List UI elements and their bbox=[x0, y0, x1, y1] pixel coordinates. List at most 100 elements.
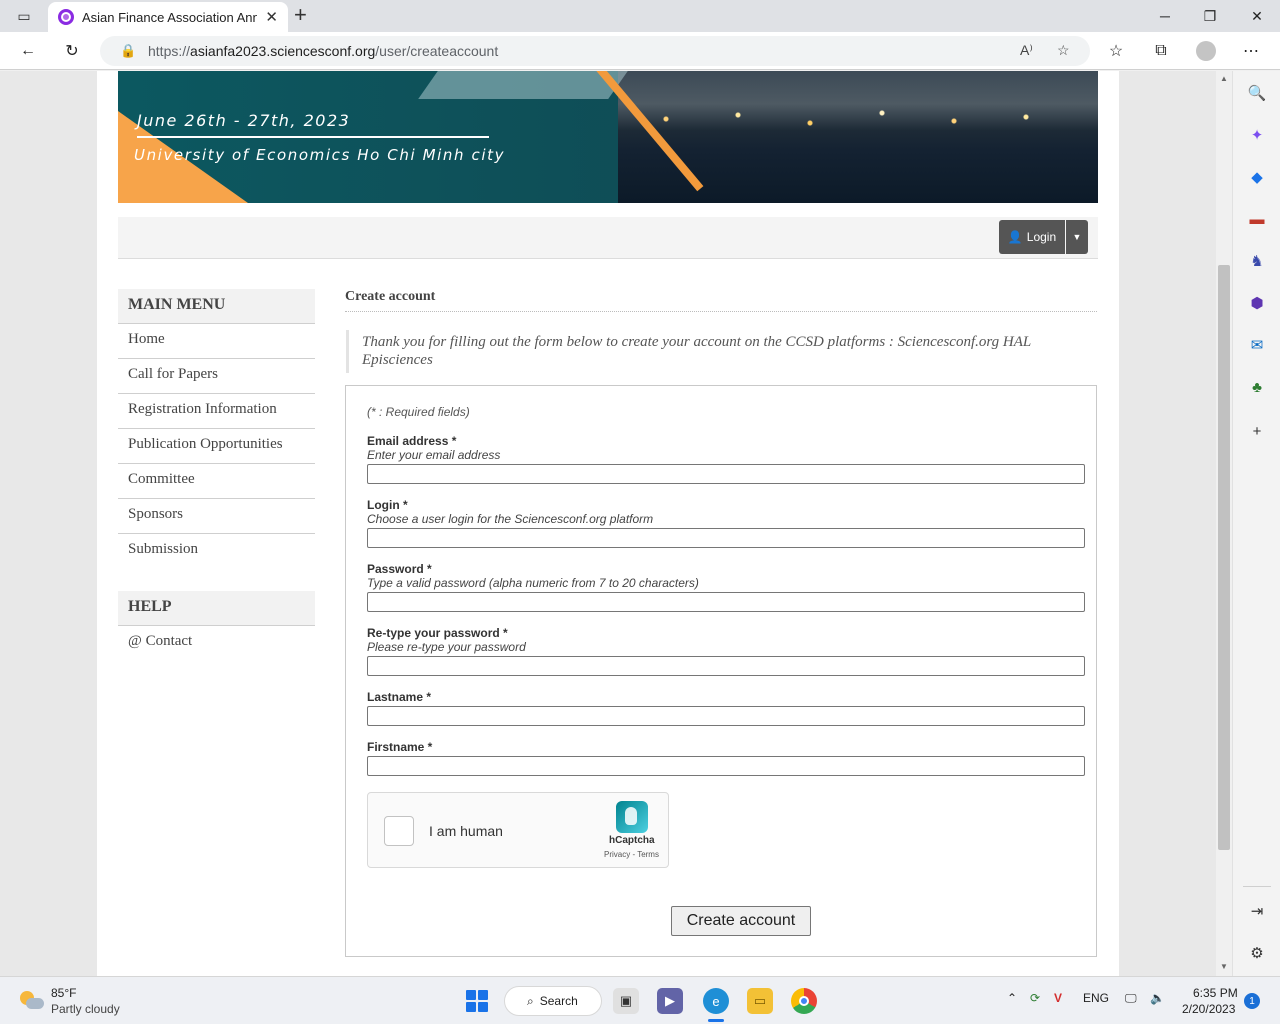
profile-icon[interactable] bbox=[1195, 40, 1217, 62]
volume-icon[interactable]: 🔈 bbox=[1150, 991, 1165, 1005]
browser-tab-bar: ▭ Asian Finance Association Annual ✕ + ─… bbox=[0, 0, 1280, 32]
sync-icon[interactable]: ⟳ bbox=[1030, 991, 1040, 1005]
user-icon: 👤 bbox=[1007, 230, 1023, 244]
favorites-icon[interactable]: ☆ bbox=[1105, 40, 1127, 62]
show-hidden-icons-chevron-icon[interactable]: ⌃ bbox=[1007, 991, 1017, 1005]
refresh-icon[interactable]: ↻ bbox=[61, 40, 83, 62]
teams-chat-icon[interactable]: ▶ bbox=[657, 988, 683, 1014]
outlook-icon[interactable]: ✉ bbox=[1247, 335, 1267, 355]
search-magnifier-icon: ⌕ bbox=[527, 993, 534, 1008]
browser-toolbar: ← ↻ 🔒 https://asianfa2023.sciencesconf.o… bbox=[0, 32, 1280, 70]
lock-icon[interactable]: 🔒 bbox=[120, 43, 136, 59]
add-favorite-icon[interactable]: ☆ bbox=[1057, 42, 1070, 59]
captcha-checkbox[interactable] bbox=[384, 816, 414, 846]
tools-icon[interactable]: ▬ bbox=[1247, 209, 1267, 229]
scroll-up-icon[interactable]: ▲ bbox=[1219, 74, 1229, 83]
clock-date[interactable]: 2/20/2023 bbox=[1182, 1002, 1235, 1016]
more-options-icon[interactable]: ⋯ bbox=[1240, 40, 1262, 62]
create-account-form: (* : Required fields) Email address * En… bbox=[345, 385, 1097, 957]
login-field-label: Login * bbox=[367, 498, 408, 512]
games-icon[interactable]: ♞ bbox=[1247, 251, 1267, 271]
sidebar-item-call-for-papers[interactable]: Call for Papers bbox=[118, 359, 315, 394]
retype-password-label: Re-type your password * bbox=[367, 626, 508, 640]
start-button[interactable] bbox=[466, 990, 488, 1012]
banner-date: June 26th - 27th, 2023 bbox=[137, 111, 351, 130]
lastname-label: Lastname * bbox=[367, 690, 432, 704]
banner-university: University of Economics Ho Chi Minh city bbox=[134, 146, 506, 164]
sidebar-item-committee[interactable]: Committee bbox=[118, 464, 315, 499]
close-tab-icon[interactable]: ✕ bbox=[265, 8, 278, 26]
edge-browser-icon[interactable]: e bbox=[703, 988, 729, 1014]
retype-password-field[interactable] bbox=[367, 656, 1085, 676]
password-hint: Type a valid password (alpha numeric fro… bbox=[367, 576, 699, 590]
banner-decoration bbox=[418, 71, 628, 99]
language-indicator[interactable]: ENG bbox=[1083, 991, 1109, 1005]
banner-divider bbox=[137, 136, 489, 138]
sidebar-item-home[interactable]: Home bbox=[118, 324, 315, 359]
captcha-privacy-terms-links[interactable]: Privacy - Terms bbox=[604, 850, 659, 859]
intro-text: Thank you for filling out the form below… bbox=[346, 330, 1097, 373]
email-hint: Enter your email address bbox=[367, 448, 501, 462]
taskbar-search[interactable]: ⌕ Search bbox=[504, 986, 602, 1016]
hide-sidebar-icon[interactable]: ⇥ bbox=[1247, 901, 1267, 921]
read-aloud-icon[interactable]: A⁾ bbox=[1020, 42, 1033, 59]
settings-gear-icon[interactable]: ⚙ bbox=[1247, 943, 1267, 963]
edge-sidebar: 🔍 ✦ ◆ ▬ ♞ ⬢ ✉ ♣ + ⇥ ⚙ bbox=[1232, 71, 1280, 976]
shopping-tag-icon[interactable]: ◆ bbox=[1247, 167, 1267, 187]
sidebar-item-contact[interactable]: @ Contact bbox=[118, 626, 315, 661]
url-text[interactable]: https://asianfa2023.sciencesconf.org/use… bbox=[148, 43, 498, 59]
restore-icon[interactable]: ❐ bbox=[1200, 6, 1220, 26]
lastname-field[interactable] bbox=[367, 706, 1085, 726]
browser-tab[interactable]: Asian Finance Association Annual ✕ bbox=[48, 2, 288, 32]
password-label: Password * bbox=[367, 562, 432, 576]
clock-time[interactable]: 6:35 PM bbox=[1193, 986, 1238, 1000]
login-field[interactable] bbox=[367, 528, 1085, 548]
retype-password-hint: Please re-type your password bbox=[367, 640, 526, 654]
tree-icon[interactable]: ♣ bbox=[1247, 377, 1267, 397]
active-app-indicator bbox=[708, 1019, 724, 1022]
page-scrollbar[interactable]: ▲ ▼ bbox=[1216, 71, 1232, 976]
main-menu-heading: MAIN MENU bbox=[118, 289, 315, 324]
login-button[interactable]: 👤 Login bbox=[999, 220, 1065, 254]
weather-icon[interactable] bbox=[18, 987, 44, 1013]
tab-title: Asian Finance Association Annual bbox=[81, 9, 258, 25]
back-icon[interactable]: ← bbox=[17, 40, 39, 62]
scroll-thumb[interactable] bbox=[1218, 265, 1230, 850]
taskbar-search-label: Search bbox=[539, 994, 578, 1008]
email-field[interactable] bbox=[367, 464, 1085, 484]
login-dropdown-toggle[interactable]: ▼ bbox=[1066, 220, 1088, 254]
password-field[interactable] bbox=[367, 592, 1085, 612]
notification-badge[interactable]: 1 bbox=[1244, 993, 1260, 1009]
new-tab-icon[interactable]: + bbox=[294, 4, 307, 26]
office-icon[interactable]: ⬢ bbox=[1247, 293, 1267, 313]
minimize-icon[interactable]: ─ bbox=[1155, 6, 1175, 26]
antivirus-icon[interactable]: V bbox=[1054, 991, 1062, 1005]
create-account-button[interactable]: Create account bbox=[671, 906, 811, 936]
user-bar: 👤 Login ▼ bbox=[118, 217, 1098, 259]
address-bar[interactable]: 🔒 https://asianfa2023.sciencesconf.org/u… bbox=[100, 36, 1090, 66]
close-window-icon[interactable]: ✕ bbox=[1247, 6, 1267, 26]
main-content: Create account Thank you for filling out… bbox=[345, 289, 1097, 957]
chrome-icon[interactable] bbox=[791, 988, 817, 1014]
collections-icon[interactable]: ⧉ bbox=[1150, 40, 1172, 62]
conference-banner: June 26th - 27th, 2023 University of Eco… bbox=[118, 71, 1098, 203]
copilot-icon[interactable]: ✦ bbox=[1247, 125, 1267, 145]
weather-temperature[interactable]: 85°F bbox=[51, 986, 76, 1000]
caret-down-icon: ▼ bbox=[1072, 232, 1082, 242]
sidebar-item-publication[interactable]: Publication Opportunities bbox=[118, 429, 315, 464]
search-icon[interactable]: 🔍 bbox=[1247, 83, 1267, 103]
task-view-icon[interactable]: ▣ bbox=[613, 988, 639, 1014]
sidebar-item-registration[interactable]: Registration Information bbox=[118, 394, 315, 429]
sidebar-item-submission[interactable]: Submission bbox=[118, 534, 315, 569]
tab-actions-icon[interactable]: ▭ bbox=[14, 6, 34, 26]
sidebar-item-sponsors[interactable]: Sponsors bbox=[118, 499, 315, 534]
scroll-down-icon[interactable]: ▼ bbox=[1219, 962, 1229, 971]
network-icon[interactable]: 🖵 bbox=[1125, 991, 1137, 1006]
hcaptcha-logo-icon bbox=[616, 801, 648, 833]
page-content: June 26th - 27th, 2023 University of Eco… bbox=[97, 71, 1119, 976]
add-sidebar-app-icon[interactable]: + bbox=[1247, 421, 1267, 441]
login-label: Login bbox=[1026, 230, 1057, 244]
firstname-field[interactable] bbox=[367, 756, 1085, 776]
weather-condition[interactable]: Partly cloudy bbox=[51, 1002, 120, 1016]
file-explorer-icon[interactable]: ▭ bbox=[747, 988, 773, 1014]
